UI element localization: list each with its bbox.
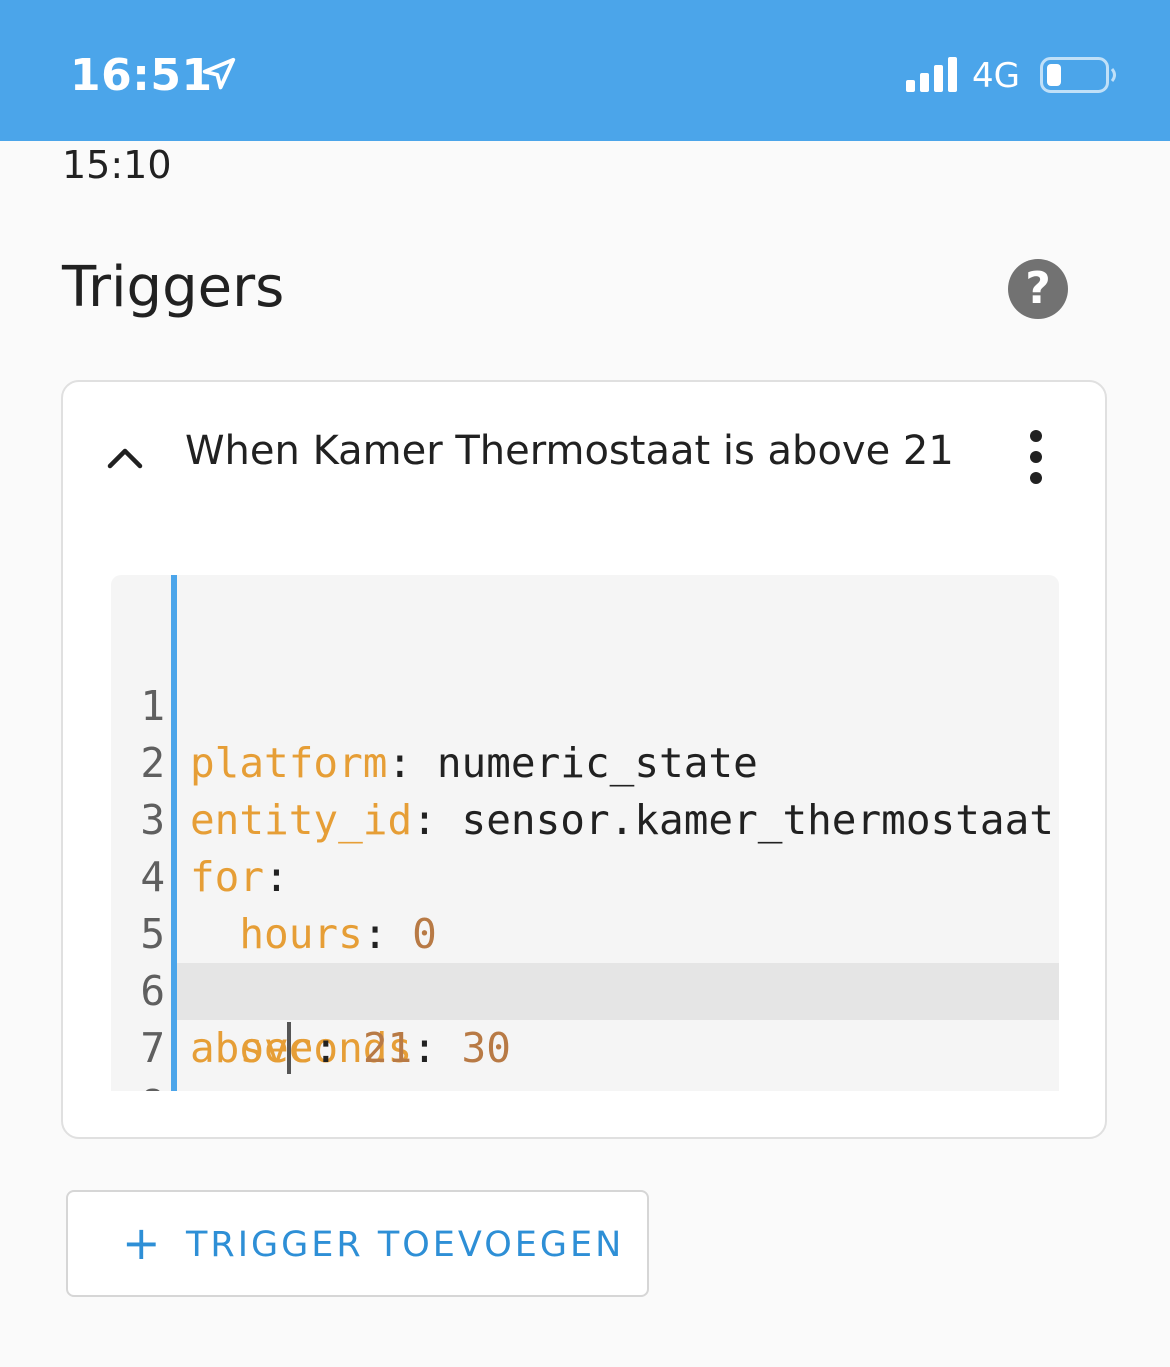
code-line[interactable]: 8 [111, 1020, 1059, 1091]
plus-icon: + [122, 1216, 161, 1270]
line-number: 8 [125, 1077, 165, 1091]
code-line[interactable]: 6 seconds: 30 [111, 906, 1059, 1072]
active-code-line[interactable]: above: 21 [177, 963, 1059, 1074]
yaml-code-editor[interactable]: 1 platform: numeric_state 2 entity_id: s… [111, 575, 1059, 1091]
code-line[interactable]: 2 entity_id: sensor.kamer_thermostaat [111, 678, 1059, 844]
help-circle-icon[interactable]: ? [1008, 259, 1068, 319]
code-line[interactable]: 1 platform: numeric_state [111, 621, 1059, 787]
more-vertical-icon[interactable] [1021, 430, 1051, 484]
location-arrow-icon [202, 57, 236, 90]
add-trigger-button[interactable]: + TRIGGER TOEVOEGEN [66, 1190, 649, 1297]
section-title: Triggers [62, 255, 285, 320]
add-trigger-label: TRIGGER TOEVOEGEN [186, 1225, 625, 1265]
network-type: 4G [972, 56, 1020, 96]
status-bar: 16:51 4G [0, 0, 1170, 141]
trigger-card: When Kamer Thermostaat is above 21 1 pla… [61, 380, 1107, 1139]
status-time: 16:51 [70, 50, 213, 101]
code-line[interactable]: 3 for: [111, 735, 1059, 901]
trigger-title[interactable]: When Kamer Thermostaat is above 21 [185, 428, 954, 474]
cellular-signal-icon [906, 57, 957, 92]
code-line[interactable]: 4 hours: 0 [111, 792, 1059, 958]
code-line[interactable]: 5 minutes: 2 [111, 849, 1059, 1015]
battery-low-icon [1040, 57, 1116, 93]
previous-time-value: 15:10 [62, 143, 172, 187]
chevron-up-icon[interactable] [105, 442, 145, 472]
